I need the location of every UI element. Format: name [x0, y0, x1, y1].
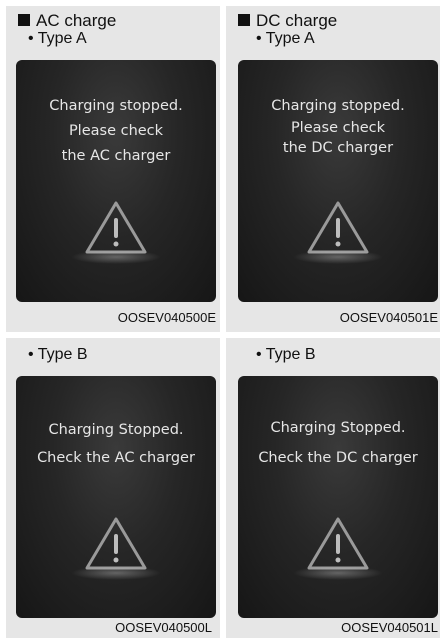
screen-glow: [71, 250, 161, 264]
screen-message-line: Please check: [290, 120, 386, 136]
dc-charge-heading-text: DC charge: [256, 11, 338, 30]
panel-ac-type-b: • Type B Charging Stopped. Check the AC …: [6, 338, 220, 638]
ac-charge-heading: AC charge: [18, 12, 116, 30]
type-label: • Type B: [28, 346, 88, 363]
section-square-icon: [18, 14, 30, 26]
ac-charge-heading-text: AC charge: [36, 11, 117, 30]
screen-glow: [71, 566, 161, 580]
type-label: • Type A: [256, 30, 315, 47]
warning-triangle-icon: [307, 517, 369, 570]
section-square-icon: [238, 14, 250, 26]
display-screen: Charging Stopped. Check the AC charger: [16, 376, 216, 618]
type-label: • Type B: [256, 346, 316, 363]
image-code: OOSEV040500E: [117, 310, 216, 325]
screen-glow: [293, 250, 383, 264]
screen-message-line: Charging stopped.: [271, 98, 405, 114]
warning-triangle-icon: [85, 201, 147, 254]
type-label: • Type A: [28, 30, 87, 47]
screen-message-line: the AC charger: [61, 148, 171, 164]
panel-dc-type-b: • Type B Charging Stopped. Check the DC …: [226, 338, 440, 638]
display-screen: Charging stopped. Please check the DC ch…: [238, 60, 438, 302]
screen-message-line: the DC charger: [282, 140, 394, 156]
screen-message-line: Check the AC charger: [37, 450, 195, 466]
screen-message-line: Check the DC charger: [258, 450, 418, 466]
image-code: OOSEV040500L: [115, 620, 212, 635]
image-code: OOSEV040501E: [339, 310, 438, 325]
dc-charge-heading: DC charge: [238, 12, 337, 30]
screen-message-line: Please check: [68, 123, 164, 139]
screen-message-line: Charging Stopped.: [48, 422, 184, 438]
screen-glow: [293, 566, 383, 580]
warning-triangle-icon: [307, 201, 369, 254]
display-screen: Charging stopped. Please check the AC ch…: [16, 60, 216, 302]
panel-dc-type-a: DC charge • Type A Charging stopped. Ple…: [226, 6, 440, 332]
screen-message-line: Charging Stopped.: [270, 420, 406, 436]
display-screen: Charging Stopped. Check the DC charger: [238, 376, 438, 618]
panel-ac-type-a: AC charge • Type A Charging stopped. Ple…: [6, 6, 220, 332]
warning-triangle-icon: [85, 517, 147, 570]
screen-message-line: Charging stopped.: [49, 98, 183, 114]
image-code: OOSEV040501L: [341, 620, 438, 635]
